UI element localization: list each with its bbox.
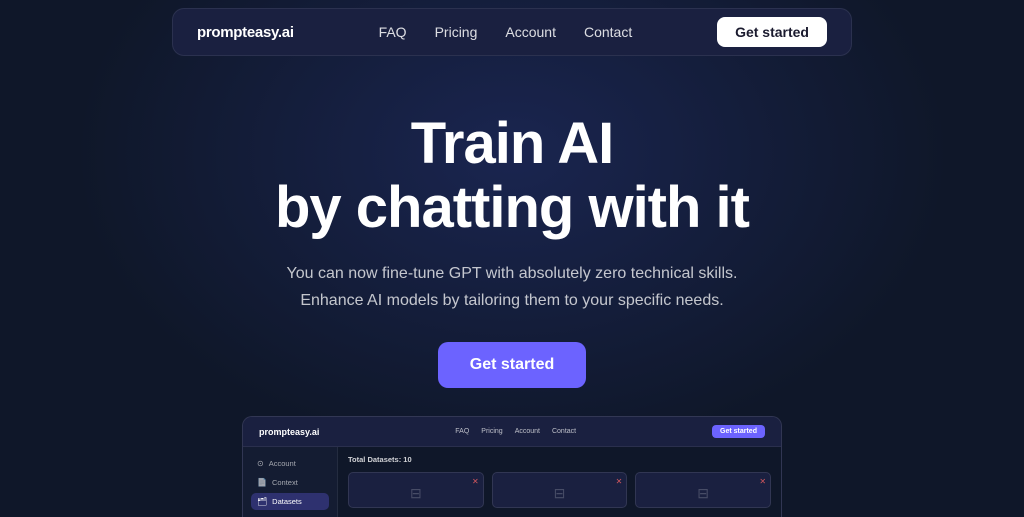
preview-sidebar-context-label: Context bbox=[272, 478, 298, 487]
navbar-inner: prompteasy.ai FAQ Pricing Account Contac… bbox=[172, 8, 852, 56]
preview-content: ⊙ Account 📄 Context 🗂 Datasets Total Dat… bbox=[243, 447, 781, 517]
hero-title: Train AI by chatting with it bbox=[275, 112, 749, 240]
navbar: prompteasy.ai FAQ Pricing Account Contac… bbox=[0, 0, 1024, 64]
brand-logo: prompteasy.ai bbox=[197, 24, 294, 41]
preview-card-1: ✕ ⊟ bbox=[348, 472, 484, 508]
datasets-icon: 🗂 bbox=[257, 497, 267, 506]
nav-link-faq[interactable]: FAQ bbox=[379, 24, 407, 40]
preview-card-3: ✕ ⊟ bbox=[635, 472, 771, 508]
nav-link-contact[interactable]: Contact bbox=[584, 24, 632, 40]
preview-card-2-close[interactable]: ✕ bbox=[616, 477, 623, 486]
hero-subtitle-line1: You can now fine-tune GPT with absolutel… bbox=[287, 265, 738, 282]
preview-nav-pricing: Pricing bbox=[481, 428, 502, 435]
preview-brand: prompteasy.ai bbox=[259, 427, 319, 437]
preview-cards: ✕ ⊟ ✕ ⊟ ✕ ⊟ bbox=[348, 472, 771, 508]
hero-cta-button[interactable]: Get started bbox=[438, 342, 586, 388]
preview-card-3-close[interactable]: ✕ bbox=[759, 477, 766, 486]
preview-sidebar: ⊙ Account 📄 Context 🗂 Datasets bbox=[243, 447, 338, 517]
nav-cta-button[interactable]: Get started bbox=[717, 17, 827, 47]
preview-sidebar-context: 📄 Context bbox=[251, 474, 329, 491]
preview-main-title: Total Datasets: 10 bbox=[348, 455, 771, 464]
preview-card-3-icon: ⊟ bbox=[697, 485, 709, 502]
preview-nav-contact: Contact bbox=[552, 428, 576, 435]
hero-subtitle: You can now fine-tune GPT with absolutel… bbox=[287, 260, 738, 314]
preview-card-2-icon: ⊟ bbox=[554, 485, 566, 502]
preview-nav-account: Account bbox=[515, 428, 540, 435]
hero-subtitle-line2: Enhance AI models by tailoring them to y… bbox=[300, 292, 723, 309]
hero-title-line2: by chatting with it bbox=[275, 175, 749, 240]
preview-card-1-close[interactable]: ✕ bbox=[472, 477, 479, 486]
preview-sidebar-account: ⊙ Account bbox=[251, 455, 329, 472]
nav-link-account[interactable]: Account bbox=[505, 24, 556, 40]
account-icon: ⊙ bbox=[257, 459, 264, 468]
nav-link-pricing[interactable]: Pricing bbox=[435, 24, 478, 40]
preview-main: Total Datasets: 10 ✕ ⊟ ✕ ⊟ ✕ ⊟ bbox=[338, 447, 781, 517]
hero-section: Train AI by chatting with it You can now… bbox=[0, 64, 1024, 388]
nav-links: FAQ Pricing Account Contact bbox=[379, 24, 633, 40]
preview-sidebar-account-label: Account bbox=[269, 459, 296, 468]
hero-title-line1: Train AI bbox=[411, 111, 614, 176]
preview-sidebar-datasets-label: Datasets bbox=[272, 497, 302, 506]
preview-navbar: prompteasy.ai FAQ Pricing Account Contac… bbox=[243, 417, 781, 447]
preview-card-1-icon: ⊟ bbox=[410, 485, 422, 502]
preview-card-2: ✕ ⊟ bbox=[492, 472, 628, 508]
context-icon: 📄 bbox=[257, 478, 267, 487]
preview-nav-links: FAQ Pricing Account Contact bbox=[455, 428, 576, 435]
app-preview: prompteasy.ai FAQ Pricing Account Contac… bbox=[242, 416, 782, 517]
preview-cta-button[interactable]: Get started bbox=[712, 425, 765, 438]
preview-sidebar-datasets: 🗂 Datasets bbox=[251, 493, 329, 510]
preview-nav-faq: FAQ bbox=[455, 428, 469, 435]
